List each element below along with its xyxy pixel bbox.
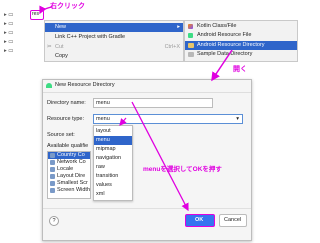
submenu-item-kotlin[interactable]: Kotlin Class/File — [185, 23, 297, 31]
submenu-item-label: Kotlin Class/File — [197, 23, 237, 29]
submenu-item-android-resource-file[interactable]: Android Resource File — [185, 32, 297, 40]
dropdown-option[interactable]: transition — [94, 172, 132, 181]
dropdown-option[interactable]: values — [94, 181, 132, 190]
dropdown-option[interactable]: xml — [94, 190, 132, 199]
submenu-item-android-resource-directory[interactable]: Android Resource Directory — [185, 41, 297, 50]
project-tree: ▸ ▭ ▸ ▭ ▸ ▭ ▸ ▭ ▸ ▭ res — [0, 0, 44, 60]
qualifier-item[interactable]: Layout Dire — [48, 173, 90, 180]
new-resource-directory-dialog: New Resource Directory Directory name: m… — [42, 79, 252, 241]
resource-type-label: Resource type: — [47, 116, 84, 122]
res-folder-item[interactable]: res — [30, 10, 44, 20]
cancel-button-label: Cancel — [224, 217, 242, 223]
context-menu: New ▸ Link C++ Project with Gradle ✂ Cut… — [44, 20, 184, 62]
ok-button[interactable]: OK — [185, 214, 215, 227]
smallest-screen-icon — [50, 181, 55, 186]
dropdown-option[interactable]: navigation — [94, 154, 132, 163]
menu-item-label: Cut — [55, 44, 64, 50]
menu-item-cut[interactable]: ✂ Cut Ctrl+X — [45, 44, 183, 52]
cancel-button[interactable]: Cancel — [219, 214, 247, 227]
dropdown-option[interactable]: raw — [94, 163, 132, 172]
resource-type-value: menu — [96, 116, 110, 122]
help-icon: ? — [52, 217, 56, 224]
qualifier-item[interactable]: Locale — [48, 166, 90, 173]
menu-item-new[interactable]: New ▸ — [45, 23, 183, 32]
menu-item-label: Link C++ Project with Gradle — [55, 34, 126, 40]
directory-name-value: menu — [96, 100, 110, 106]
dropdown-option[interactable]: mipmap — [94, 145, 132, 154]
qualifier-item[interactable]: Country Co — [48, 152, 90, 159]
resource-type-dropdown: layout menu mipmap navigation raw transi… — [93, 125, 133, 201]
folder-icon — [188, 52, 194, 57]
annotation-right-click: 右クリック — [50, 3, 85, 10]
dialog-title-bar[interactable]: New Resource Directory — [43, 80, 251, 93]
tree-row[interactable]: ▸ ▭ — [4, 39, 14, 46]
submenu-item-label: Android Resource File — [197, 32, 252, 38]
res-folder-label: res — [32, 11, 39, 17]
annotation-instruction: menuを選択してOKを押す — [143, 166, 222, 173]
annotation-open: 開く — [233, 66, 247, 73]
tree-row[interactable]: ▸ ▭ — [4, 21, 14, 28]
submenu-item-label: Sample Data Directory — [197, 51, 253, 57]
submenu-item-label: Android Resource Directory — [197, 42, 265, 48]
country-code-icon — [50, 153, 55, 158]
menu-item-link-cpp[interactable]: Link C++ Project with Gradle — [45, 34, 183, 42]
folder-icon — [188, 43, 194, 48]
qualifier-item[interactable]: Smallest Scr — [48, 180, 90, 187]
tree-row[interactable]: ▸ ▭ — [4, 30, 14, 37]
help-button[interactable]: ? — [49, 216, 59, 226]
dialog-footer-divider — [43, 208, 251, 209]
screen-width-icon — [50, 188, 55, 193]
ok-button-label: OK — [195, 217, 204, 223]
network-code-icon — [50, 160, 55, 165]
chevron-down-icon: ▾ — [236, 116, 239, 122]
chevron-right-icon: ▸ — [177, 24, 180, 30]
directory-name-label: Directory name: — [47, 100, 86, 106]
menu-item-copy[interactable]: Copy — [45, 53, 183, 61]
new-submenu: Kotlin Class/File Android Resource File … — [184, 20, 298, 62]
layout-direction-icon — [50, 174, 55, 179]
android-icon — [46, 83, 52, 88]
qualifiers-list[interactable]: Country Co Network Co Locale Layout Dire… — [47, 151, 91, 199]
tree-row[interactable]: ▸ ▭ — [4, 48, 14, 55]
qualifier-item[interactable]: Screen Width — [48, 187, 90, 194]
submenu-item-sample-data-directory[interactable]: Sample Data Directory — [185, 51, 297, 59]
menu-item-shortcut: Ctrl+X — [164, 44, 180, 50]
kotlin-icon — [188, 24, 193, 29]
directory-name-input[interactable]: menu — [93, 98, 213, 108]
dropdown-option-selected[interactable]: menu — [94, 136, 132, 145]
menu-item-label: New — [55, 24, 67, 30]
qualifier-item[interactable]: Network Co — [48, 159, 90, 166]
source-set-label: Source set: — [47, 132, 75, 138]
scissors-icon: ✂ — [47, 44, 52, 50]
locale-icon — [50, 167, 55, 172]
resource-type-select[interactable]: menu ▾ — [93, 114, 243, 124]
available-qualifiers-label: Available qualifie — [47, 143, 89, 149]
android-file-icon — [188, 33, 193, 38]
dropdown-option[interactable]: layout — [94, 127, 132, 136]
tree-row[interactable]: ▸ ▭ — [4, 12, 14, 19]
dialog-title: New Resource Directory — [55, 82, 115, 88]
menu-item-label: Copy — [55, 53, 68, 59]
